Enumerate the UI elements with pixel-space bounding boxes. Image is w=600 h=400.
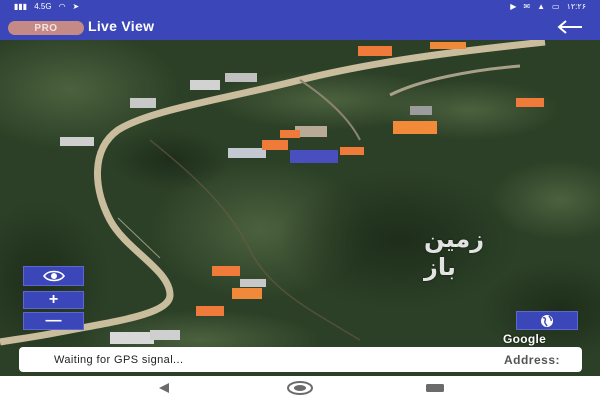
back-triangle-icon bbox=[159, 383, 169, 393]
map-type-button[interactable] bbox=[23, 266, 84, 286]
watermark: زمین باز bbox=[424, 225, 485, 281]
google-attribution: Google bbox=[503, 332, 547, 346]
wifi-icon: ◠ bbox=[58, 2, 66, 11]
status-bar: ▮▮▮ 4.5G ◠ ➤ ▶ ✉ ▲ ▭ ۱۲:۲۶ bbox=[0, 0, 600, 14]
nav-recents-button[interactable] bbox=[424, 380, 446, 396]
battery-icon: ▭ bbox=[552, 2, 560, 11]
zoom-in-button[interactable]: + bbox=[23, 291, 84, 309]
eye-icon bbox=[42, 270, 65, 282]
nav-back-button[interactable] bbox=[154, 380, 174, 396]
gps-status-panel: Waiting for GPS signal... Address: bbox=[19, 347, 582, 372]
zoom-out-button[interactable]: — bbox=[23, 312, 84, 330]
media-icon: ▶ bbox=[510, 2, 517, 11]
gps-status-text: Waiting for GPS signal... bbox=[54, 353, 184, 366]
status-left: ▮▮▮ 4.5G ◠ ➤ bbox=[14, 3, 79, 11]
satellite-map[interactable]: زمین باز + — Google Waiting for GPS sign… bbox=[0, 40, 600, 376]
signal-icon: ▮▮▮ bbox=[14, 2, 28, 11]
recents-square-icon bbox=[426, 384, 444, 392]
mail-icon: ✉ bbox=[523, 2, 531, 11]
my-location-button[interactable] bbox=[516, 311, 578, 330]
pro-badge[interactable]: PRO bbox=[8, 21, 84, 35]
app-bar: PRO Live View bbox=[0, 14, 600, 40]
back-button[interactable] bbox=[556, 17, 584, 37]
network-type: 4.5G bbox=[34, 2, 52, 11]
status-right: ▶ ✉ ▲ ▭ ۱۲:۲۶ bbox=[510, 3, 586, 11]
clock: ۱۲:۲۶ bbox=[566, 2, 586, 11]
zoom-in-label: + bbox=[48, 291, 59, 308]
page-title: Live View bbox=[88, 18, 155, 34]
nav-home-button[interactable] bbox=[286, 380, 314, 396]
send-icon: ➤ bbox=[72, 2, 80, 11]
navigation-bar bbox=[0, 376, 600, 400]
address-label: Address: bbox=[503, 352, 560, 367]
globe-icon bbox=[541, 314, 553, 327]
home-circle-icon bbox=[287, 381, 313, 395]
zoom-out-label: — bbox=[45, 312, 62, 329]
arrow-left-icon bbox=[557, 20, 582, 34]
map-imagery bbox=[0, 40, 600, 376]
notification-icon: ▲ bbox=[537, 2, 546, 11]
